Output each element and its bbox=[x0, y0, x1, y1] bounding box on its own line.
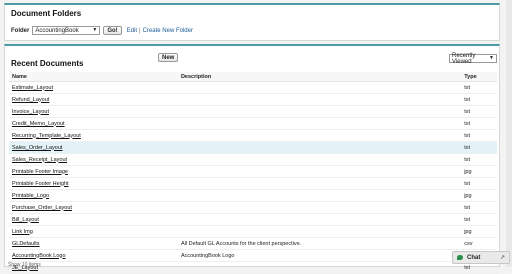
table-row[interactable]: Sales_Order_Layout txt bbox=[9, 142, 497, 154]
document-link[interactable]: GLDefaults bbox=[12, 241, 40, 247]
document-folders-title: Document Folders bbox=[11, 9, 82, 18]
cell-name: Purchase_Order_Layout bbox=[9, 205, 181, 211]
cell-type: txt bbox=[464, 264, 471, 271]
cell-type: txt bbox=[464, 84, 471, 91]
cell-name: Sales_Receipt_Layout bbox=[9, 157, 181, 163]
document-link[interactable]: Bill_Layout bbox=[12, 217, 39, 223]
cell-description: AccountingBook Logo bbox=[180, 252, 235, 259]
folder-select[interactable]: AccountingBook ▼ bbox=[32, 26, 101, 35]
document-link[interactable]: Printable_Logo bbox=[12, 193, 49, 199]
chevron-down-icon: ▼ bbox=[489, 55, 494, 61]
document-link[interactable]: Recurring_Template_Layout bbox=[12, 133, 81, 139]
expand-icon[interactable]: ↗ bbox=[500, 254, 505, 261]
chat-bubble-icon bbox=[457, 255, 463, 260]
document-link[interactable]: Credit_Memo_Layout bbox=[12, 121, 65, 127]
show-items-text[interactable]: Show 10 items bbox=[8, 262, 41, 268]
cell-name: Credit_Memo_Layout bbox=[9, 121, 181, 127]
cell-type: txt bbox=[464, 204, 471, 211]
table-row[interactable]: Link Img jpg bbox=[9, 226, 497, 238]
cell-description: All Default GL Accounts for the client p… bbox=[180, 240, 302, 247]
table-row[interactable]: Purchase_Order_Layout txt bbox=[9, 202, 497, 214]
document-link[interactable]: Link Img bbox=[12, 229, 33, 235]
chat-label: Chat bbox=[467, 254, 481, 261]
cell-name: Recurring_Template_Layout bbox=[9, 133, 181, 139]
recent-documents-table: Name Description Type Estimate_Layout txt… bbox=[9, 72, 497, 274]
cell-name: Link Img bbox=[9, 229, 181, 235]
new-document-button[interactable]: New bbox=[158, 53, 179, 62]
table-body: Estimate_Layout txt Refund_Layout txt Invoic… bbox=[9, 82, 497, 274]
folder-select-value: AccountingBook bbox=[35, 27, 79, 34]
cell-type: txt bbox=[464, 144, 471, 151]
recent-documents-title: Recent Documents bbox=[11, 59, 84, 68]
cell-name: Printable_Logo bbox=[9, 193, 181, 199]
document-link[interactable]: Purchase_Order_Layout bbox=[12, 205, 72, 211]
cell-type: txt bbox=[464, 108, 471, 115]
table-row[interactable]: Sales_Receipt_Layout txt bbox=[9, 154, 497, 166]
folder-links: Edit | Create New Folder bbox=[127, 28, 193, 34]
edit-folder-link[interactable]: Edit bbox=[127, 28, 137, 34]
view-select[interactable]: Recently Viewed ▼ bbox=[449, 52, 497, 65]
table-row[interactable]: Estimate_Layout txt bbox=[9, 82, 497, 94]
table-row[interactable]: JE_Layout txt bbox=[9, 262, 497, 274]
document-link[interactable]: Sales_Order_Layout bbox=[12, 145, 62, 151]
recent-documents-panel: Recent Documents New Recently Viewed ▼ N… bbox=[4, 44, 500, 274]
folder-label: Folder bbox=[11, 27, 30, 34]
document-link[interactable]: Invoice_Layout bbox=[12, 109, 49, 115]
cell-type: txt bbox=[464, 132, 471, 139]
cell-type: jpg bbox=[464, 228, 472, 235]
column-header-name: Name bbox=[12, 73, 27, 80]
view-select-value: Recently Viewed bbox=[452, 52, 476, 65]
cell-name: GLDefaults bbox=[9, 241, 181, 247]
create-folder-link[interactable]: Create New Folder bbox=[143, 28, 193, 34]
cell-name: Sales_Order_Layout bbox=[9, 145, 181, 151]
column-header-type: Type bbox=[464, 73, 477, 80]
table-row[interactable]: Printable Footer Image jpg bbox=[9, 166, 497, 178]
table-row[interactable]: Invoice_Layout txt bbox=[9, 106, 497, 118]
column-header-description: Description bbox=[180, 73, 212, 80]
cell-name: Invoice_Layout bbox=[9, 109, 181, 115]
table-header: Name Description Type bbox=[9, 72, 497, 82]
chevron-down-icon: ▼ bbox=[92, 27, 98, 33]
go-button[interactable]: Go! bbox=[103, 26, 122, 35]
document-link[interactable]: Printable Footer Image bbox=[12, 169, 68, 175]
document-folders-panel: Document Folders Folder AccountingBook ▼… bbox=[4, 3, 500, 41]
cell-type: txt bbox=[464, 156, 471, 163]
document-link[interactable]: AccountingBook Logo bbox=[12, 253, 66, 259]
cell-name: Printable Footer Image bbox=[9, 169, 181, 175]
cell-type: jpg bbox=[464, 192, 472, 199]
table-row[interactable]: Bill_Layout txt bbox=[9, 214, 497, 226]
link-separator: | bbox=[139, 27, 141, 34]
table-row[interactable]: Recurring_Template_Layout txt bbox=[9, 130, 497, 142]
chat-widget[interactable]: Chat ↗ bbox=[452, 251, 510, 264]
document-link[interactable]: Printable Footer Height bbox=[12, 181, 69, 187]
cell-name: Bill_Layout bbox=[9, 217, 181, 223]
cell-type: jpg bbox=[464, 168, 472, 175]
table-row[interactable]: Credit_Memo_Layout txt bbox=[9, 118, 497, 130]
document-link[interactable]: Estimate_Layout bbox=[12, 85, 53, 91]
table-row[interactable]: Printable Footer Height txt bbox=[9, 178, 497, 190]
cell-type: txt bbox=[464, 216, 471, 223]
table-row[interactable]: GLDefaults All Default GL Accounts for th… bbox=[9, 238, 497, 250]
table-row[interactable]: Refund_Layout txt bbox=[9, 94, 497, 106]
page-scrollbar[interactable] bbox=[506, 0, 512, 267]
document-link[interactable]: Sales_Receipt_Layout bbox=[12, 157, 67, 163]
cell-type: txt bbox=[464, 180, 471, 187]
table-row[interactable]: AccountingBook LogoAccountingBook Logopn… bbox=[9, 250, 497, 262]
cell-name: Refund_Layout bbox=[9, 97, 181, 103]
document-link[interactable]: Refund_Layout bbox=[12, 97, 49, 103]
cell-type: txt bbox=[464, 120, 471, 127]
cell-name: Printable Footer Height bbox=[9, 181, 181, 187]
cell-type: txt bbox=[464, 96, 471, 103]
folder-selector-row: Folder AccountingBook ▼ Go! Edit | Create … bbox=[11, 26, 193, 35]
cell-name: AccountingBook Logo bbox=[9, 253, 181, 259]
cell-type: csv bbox=[464, 240, 473, 247]
cell-name: Estimate_Layout bbox=[9, 85, 181, 91]
table-row[interactable]: Printable_Logo jpg bbox=[9, 190, 497, 202]
